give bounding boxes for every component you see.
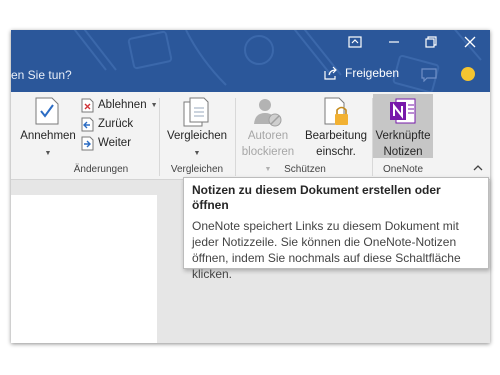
minimize-button[interactable]: [381, 34, 407, 54]
group-label-compare: Vergleichen: [170, 164, 224, 175]
restore-button[interactable]: [418, 34, 444, 54]
comment-icon[interactable]: [421, 68, 437, 82]
reject-dropdown-caret: ▼: [150, 101, 158, 109]
title-bar: en Sie tun? Freigeben: [11, 30, 490, 92]
linked-notes-label-line1: Verknüpfte: [375, 130, 431, 142]
group-label-protect: Schützen: [284, 164, 326, 175]
linked-notes-button[interactable]: Verknüpfte Notizen: [373, 94, 433, 158]
previous-label: Zurück: [98, 118, 134, 130]
share-icon: [324, 66, 337, 80]
compare-icon: [183, 97, 209, 127]
linked-notes-label-line2: Notizen: [383, 146, 423, 158]
reject-label: Ablehnen: [98, 99, 147, 111]
onenote-icon: [390, 98, 416, 124]
restrict-editing-label-line1: Bearbeitung: [304, 130, 368, 142]
feedback-smiley-icon[interactable]: [461, 67, 475, 81]
share-label: Freigeben: [345, 66, 400, 80]
ribbon-display-options-button[interactable]: [342, 34, 368, 54]
tell-me-search[interactable]: en Sie tun?: [11, 68, 72, 82]
reject-button[interactable]: Ablehnen ▼: [81, 96, 158, 114]
ribbon-review-tab: Annehmen ▼ Ablehnen ▼ Zurück Weiter Ände…: [11, 92, 490, 180]
close-button[interactable]: [457, 34, 483, 54]
accept-document-icon: [35, 97, 59, 125]
chevron-up-icon: [473, 165, 483, 171]
tooltip-title: Notizen zu diesem Dokument erstellen ode…: [192, 183, 441, 212]
block-authors-label-line1: Autoren: [247, 130, 289, 142]
document-page[interactable]: [11, 195, 157, 343]
compare-label: Vergleichen: [166, 130, 228, 142]
group-label-changes: Änderungen: [73, 164, 129, 175]
ribbon-display-icon: [348, 36, 362, 48]
share-button[interactable]: Freigeben: [323, 66, 399, 80]
compare-button[interactable]: Vergleichen ▼: [161, 128, 233, 162]
next-icon: [81, 136, 94, 150]
previous-change-button[interactable]: Zurück: [81, 115, 133, 133]
restrict-editing-label-line2: einschr.: [316, 146, 356, 158]
block-authors-label-line2: blockieren: [241, 146, 295, 158]
collapse-ribbon-button[interactable]: [473, 164, 483, 175]
minimize-icon: [389, 41, 399, 43]
block-authors-icon: [254, 99, 282, 127]
tooltip-body: OneNote speichert Links zu diesem Dokume…: [192, 219, 461, 281]
close-icon: [464, 36, 476, 48]
group-label-onenote: OneNote: [382, 164, 424, 175]
linked-notes-tooltip: Notizen zu diesem Dokument erstellen ode…: [183, 177, 489, 281]
restore-icon: [425, 36, 437, 48]
accept-button[interactable]: Annehmen ▼: [15, 128, 81, 162]
linked-notes-label: Verknüpfte Notizen: [373, 128, 433, 160]
restrict-editing-icon: [324, 97, 348, 125]
next-label: Weiter: [98, 137, 132, 149]
accept-dropdown-caret: ▼: [44, 150, 52, 157]
next-change-button[interactable]: Weiter: [81, 134, 131, 152]
reject-icon: [81, 98, 94, 112]
accept-label: Annehmen: [20, 130, 76, 142]
compare-dropdown-caret: ▼: [193, 150, 201, 157]
previous-icon: [81, 117, 94, 131]
restrict-editing-button[interactable]: Bearbeitung einschr.: [299, 128, 373, 160]
group-divider: [235, 98, 236, 176]
group-divider: [159, 98, 160, 176]
